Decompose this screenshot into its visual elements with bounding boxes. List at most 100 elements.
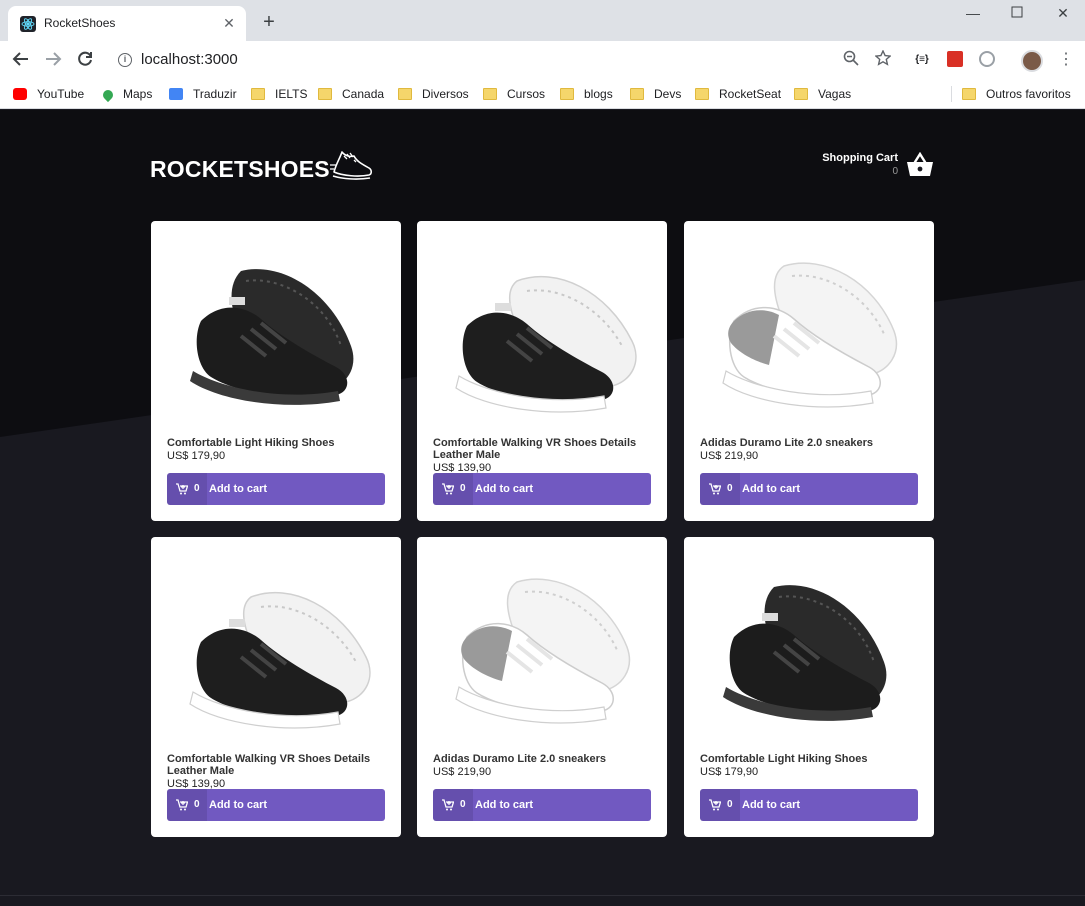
add-to-cart-button[interactable]: 0 Add to cart bbox=[700, 789, 918, 821]
folder-icon bbox=[560, 88, 574, 100]
product-price: US$ 219,90 bbox=[433, 766, 492, 778]
address-bar[interactable]: i localhost:3000 bbox=[110, 44, 830, 76]
bookmark-rocketseat[interactable]: RocketSeat bbox=[695, 84, 781, 104]
bookmark-ielts[interactable]: IELTS bbox=[251, 84, 307, 104]
product-image bbox=[455, 578, 631, 724]
add-shopping-cart-icon bbox=[709, 483, 721, 495]
bookmark-cursos[interactable]: Cursos bbox=[483, 84, 545, 104]
add-to-cart-label: Add to cart bbox=[209, 483, 268, 495]
json-extension-icon[interactable]: {≡} bbox=[912, 50, 932, 70]
page-content: ROCKETSHOES Shopping Cart 0 Comfortable bbox=[0, 110, 1085, 906]
footer-divider bbox=[0, 895, 1085, 896]
bookmark-other-favorites[interactable]: Outros favoritos bbox=[962, 84, 1071, 104]
reload-icon[interactable] bbox=[74, 50, 96, 72]
product-cart-count: 0 bbox=[194, 799, 200, 810]
product-card: Adidas Duramo Lite 2.0 sneakers US$ 219,… bbox=[417, 537, 667, 837]
add-to-cart-label: Add to cart bbox=[742, 799, 801, 811]
product-title: Comfortable Light Hiking Shoes bbox=[167, 437, 335, 449]
add-to-cart-button[interactable]: 0 Add to cart bbox=[700, 473, 918, 505]
youtube-icon bbox=[13, 88, 27, 100]
bookmark-star-icon[interactable] bbox=[873, 49, 893, 70]
add-to-cart-button[interactable]: 0 Add to cart bbox=[167, 473, 385, 505]
zoom-out-icon[interactable] bbox=[841, 50, 861, 70]
url-text[interactable]: localhost:3000 bbox=[141, 51, 238, 68]
bookmarks-bar: YouTube Maps Traduzir IELTS Canada Diver… bbox=[0, 79, 1085, 109]
folder-icon bbox=[251, 88, 265, 100]
maps-pin-icon bbox=[100, 87, 116, 103]
bookmark-vagas[interactable]: Vagas bbox=[794, 84, 851, 104]
product-image bbox=[723, 585, 887, 721]
shopping-basket-icon bbox=[907, 152, 933, 176]
add-to-cart-label: Add to cart bbox=[475, 799, 534, 811]
folder-icon bbox=[398, 88, 412, 100]
cart-count-area: 0 bbox=[167, 789, 207, 821]
add-to-cart-button[interactable]: 0 Add to cart bbox=[433, 789, 651, 821]
product-card: Comfortable Light Hiking Shoes US$ 179,9… bbox=[684, 537, 934, 837]
maximize-window-icon[interactable] bbox=[1006, 4, 1028, 24]
folder-icon bbox=[318, 88, 332, 100]
close-tab-icon[interactable]: ✕ bbox=[220, 14, 238, 32]
forward-arrow-icon[interactable] bbox=[42, 50, 64, 72]
cart-title: Shopping Cart bbox=[822, 152, 898, 164]
add-shopping-cart-icon bbox=[176, 483, 188, 495]
add-to-cart-label: Add to cart bbox=[209, 799, 268, 811]
product-price: US$ 179,90 bbox=[700, 766, 759, 778]
cart-count-area: 0 bbox=[700, 789, 740, 821]
product-card: Adidas Duramo Lite 2.0 sneakers US$ 219,… bbox=[684, 221, 934, 521]
bookmark-youtube[interactable]: YouTube bbox=[13, 84, 84, 104]
add-shopping-cart-icon bbox=[709, 799, 721, 811]
add-shopping-cart-icon bbox=[442, 799, 454, 811]
add-to-cart-label: Add to cart bbox=[742, 483, 801, 495]
product-price: US$ 179,90 bbox=[167, 450, 226, 462]
logo-text[interactable]: ROCKETSHOES bbox=[150, 156, 330, 183]
product-title: Comfortable Light Hiking Shoes bbox=[700, 753, 868, 765]
sneaker-logo-icon bbox=[330, 151, 373, 180]
folder-icon bbox=[695, 88, 709, 100]
cart-item-count: 0 bbox=[892, 166, 898, 177]
minimize-window-icon[interactable]: — bbox=[962, 4, 984, 24]
tab-title: RocketShoes bbox=[44, 16, 116, 30]
add-shopping-cart-icon bbox=[176, 799, 188, 811]
browser-tab[interactable]: RocketShoes ✕ bbox=[8, 6, 246, 41]
cart-count-area: 0 bbox=[167, 473, 207, 505]
add-shopping-cart-icon bbox=[442, 483, 454, 495]
product-title: Adidas Duramo Lite 2.0 sneakers bbox=[700, 437, 874, 449]
cart-count-area: 0 bbox=[433, 473, 473, 505]
product-title: Comfortable Walking VR Shoes Details Lea… bbox=[167, 753, 371, 777]
bookmark-diversos[interactable]: Diversos bbox=[398, 84, 469, 104]
profile-avatar[interactable] bbox=[1021, 50, 1043, 72]
bookmark-traduzir[interactable]: Traduzir bbox=[169, 84, 237, 104]
bookmark-devs[interactable]: Devs bbox=[630, 84, 681, 104]
bookmark-blogs[interactable]: blogs bbox=[560, 84, 613, 104]
bookmark-canada[interactable]: Canada bbox=[318, 84, 384, 104]
react-favicon-icon bbox=[20, 16, 36, 32]
shopping-cart-link[interactable]: Shopping Cart 0 bbox=[794, 152, 934, 182]
cart-count-area: 0 bbox=[700, 473, 740, 505]
product-cart-count: 0 bbox=[460, 483, 466, 494]
product-card: Comfortable Walking VR Shoes Details Lea… bbox=[417, 221, 667, 521]
back-arrow-icon[interactable] bbox=[10, 50, 32, 72]
product-cart-count: 0 bbox=[460, 799, 466, 810]
site-info-icon[interactable]: i bbox=[118, 53, 132, 67]
red-extension-icon[interactable] bbox=[947, 51, 963, 67]
product-cart-count: 0 bbox=[727, 483, 733, 494]
bookmark-separator bbox=[951, 86, 952, 102]
product-image bbox=[455, 276, 637, 413]
more-menu-icon[interactable]: ⋮ bbox=[1056, 50, 1076, 70]
product-cart-count: 0 bbox=[194, 483, 200, 494]
add-to-cart-button[interactable]: 0 Add to cart bbox=[433, 473, 651, 505]
product-cart-count: 0 bbox=[727, 799, 733, 810]
new-tab-icon[interactable]: + bbox=[258, 12, 280, 34]
circle-extension-icon[interactable] bbox=[979, 51, 995, 67]
close-window-icon[interactable]: ✕ bbox=[1052, 4, 1074, 24]
cart-count-area: 0 bbox=[433, 789, 473, 821]
product-image bbox=[722, 262, 898, 408]
bookmark-maps[interactable]: Maps bbox=[100, 84, 152, 104]
product-image bbox=[189, 592, 371, 729]
browser-toolbar: i localhost:3000 {≡} ⋮ bbox=[0, 41, 1085, 79]
product-image bbox=[190, 269, 354, 405]
product-title: Comfortable Walking VR Shoes Details Lea… bbox=[433, 437, 637, 461]
product-title: Adidas Duramo Lite 2.0 sneakers bbox=[433, 753, 607, 765]
add-to-cart-button[interactable]: 0 Add to cart bbox=[167, 789, 385, 821]
folder-icon bbox=[483, 88, 497, 100]
